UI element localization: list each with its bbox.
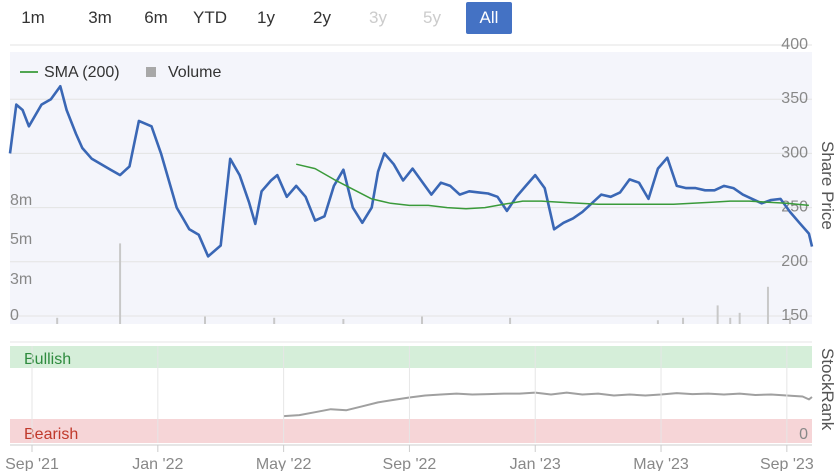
volume-bar: [342, 319, 345, 324]
volume-legend-label[interactable]: Volume: [168, 64, 221, 81]
volume-bar: [273, 317, 276, 324]
price-tick-label: 200: [781, 253, 808, 270]
date-tick-label: May '23: [633, 456, 689, 471]
price-axis-title: Share Price: [818, 141, 837, 230]
volume-bar: [421, 316, 424, 324]
bearish-band: [10, 419, 812, 443]
volume-bar: [716, 305, 719, 324]
volume-tick-label: 0: [10, 307, 19, 324]
volume-bar: [729, 317, 732, 324]
volume-bar: [766, 286, 769, 324]
price-tick-label: 300: [781, 144, 808, 161]
date-tick-label: Sep '21: [5, 456, 59, 471]
volume-bar: [656, 320, 659, 324]
bullish-band: [10, 346, 812, 368]
volume-tick-label: 8m: [10, 192, 32, 209]
volume-bar: [738, 312, 741, 324]
stock-chart: 150200250300350400 03m5m8m SMA (200) Vol…: [5, 36, 837, 471]
price-tick-label: 350: [781, 90, 808, 107]
stockrank-line: [283, 391, 813, 418]
sma-legend-label[interactable]: SMA (200): [44, 64, 120, 81]
date-tick-label: Sep '23: [760, 456, 814, 471]
volume-bar: [509, 317, 512, 324]
stockrank-panel: Bullish Bearish 0: [10, 341, 813, 443]
date-tick-label: Sep '22: [383, 456, 437, 471]
volume-tick-label: 3m: [10, 271, 32, 288]
bullish-label: Bullish: [24, 351, 71, 368]
date-tick-label: May '22: [256, 456, 312, 471]
date-tick-label: Jan '22: [132, 456, 183, 471]
volume-bar: [203, 316, 206, 324]
price-tick-label: 400: [781, 36, 808, 53]
price-tick-label: 150: [781, 307, 808, 324]
date-tick-label: Jan '23: [510, 456, 561, 471]
volume-bar: [682, 317, 685, 324]
volume-bar: [119, 243, 122, 324]
stockrank-zero-label: 0: [799, 426, 808, 443]
stockrank-axis-title: StockRank: [818, 348, 837, 431]
volume-bar: [56, 317, 59, 324]
volume-tick-label: 5m: [10, 231, 32, 248]
volume-legend-swatch: [146, 67, 156, 77]
